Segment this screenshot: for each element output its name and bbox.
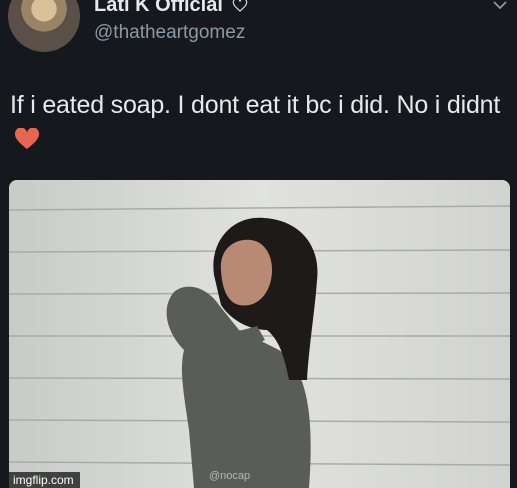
imgflip-watermark[interactable]: imgflip.com xyxy=(9,472,80,488)
chevron-down-icon[interactable] xyxy=(493,0,507,10)
verified-badge-icon xyxy=(233,0,248,12)
tweet-screenshot: Lati K Official @thatheartgomez If i eat… xyxy=(0,0,517,488)
tweet-text: If i eated soap. I dont eat it bc i did.… xyxy=(10,91,501,119)
heart-emoji-icon xyxy=(14,128,40,149)
tweet-body: If i eated soap. I dont eat it bc i did.… xyxy=(10,88,510,156)
display-name[interactable]: Lati K Official xyxy=(94,0,248,17)
display-name-text: Lati K Official xyxy=(94,0,223,16)
avatar[interactable] xyxy=(8,0,80,52)
user-handle[interactable]: @thatheartgomez xyxy=(94,22,245,44)
tweet-photo[interactable]: @nocap imgflip.com xyxy=(9,180,510,488)
photo-image xyxy=(9,180,510,488)
photo-watermark: @nocap xyxy=(209,470,251,482)
